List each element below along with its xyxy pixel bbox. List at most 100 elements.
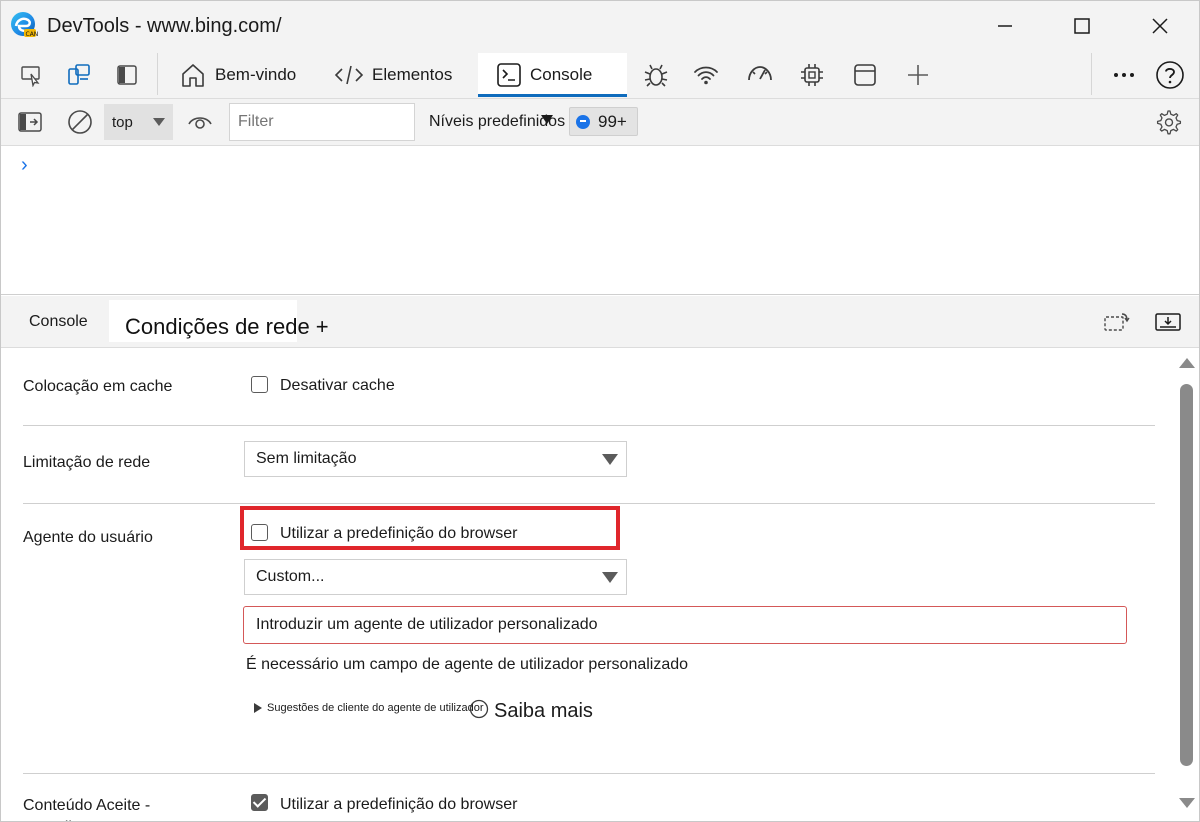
help-button[interactable] [1152, 57, 1188, 93]
use-browser-default-ua-label[interactable]: Utilizar a predefinição do browser [280, 525, 517, 543]
tab-welcome[interactable]: Bem-vindo [179, 53, 296, 97]
edge-logo-icon: CAN [11, 12, 39, 38]
divider [23, 503, 1155, 504]
drawer-tab-console[interactable]: Console [29, 313, 88, 331]
levels-chevron-down-icon[interactable] [541, 115, 553, 124]
inspect-icon [21, 66, 40, 87]
console-settings-button[interactable] [1151, 105, 1185, 139]
context-select-value: top [112, 113, 133, 131]
performance-tool-button[interactable] [742, 57, 778, 93]
close-button[interactable] [1142, 11, 1178, 41]
minimize-icon [998, 25, 1012, 27]
minimize-drawer-button[interactable] [1152, 308, 1184, 336]
maximize-button[interactable] [1064, 11, 1100, 41]
plus-icon [908, 65, 928, 85]
custom-user-agent-input[interactable]: Introduzir um agente de utilizador perso… [243, 606, 1127, 644]
console-toolbar: top Níveis predefinidos 99+ [1, 99, 1199, 146]
user-agent-select[interactable]: Custom... [244, 559, 627, 595]
toolbar-separator [1091, 53, 1092, 95]
clear-icon [68, 110, 92, 134]
code-icon [334, 65, 364, 85]
more-tools-button[interactable] [900, 57, 936, 93]
disable-cache-label[interactable]: Desativar cache [280, 377, 395, 395]
application-tool-button[interactable] [847, 57, 883, 93]
maximize-icon [1074, 18, 1090, 34]
throttling-select[interactable]: Sem limitação [244, 441, 627, 477]
message-icon [576, 114, 590, 129]
user-agent-error-message: É necessário um campo de agente de utili… [246, 656, 689, 673]
network-tool-button[interactable] [688, 57, 724, 93]
svg-text:CAN: CAN [26, 31, 39, 38]
chevron-down-icon [602, 572, 618, 583]
drawer-tab-network-conditions-label: Condições de rede + [125, 314, 329, 339]
eye-icon [188, 117, 212, 129]
issues-count: 99+ [598, 111, 627, 131]
context-select[interactable]: top [104, 104, 173, 140]
accept-encoding-default-checkbox[interactable] [251, 794, 268, 811]
dock-side-icon [1104, 313, 1130, 331]
chevron-down-icon [602, 454, 618, 465]
bug-icon [644, 64, 668, 87]
scroll-down-arrow-icon[interactable] [1179, 798, 1195, 808]
move-drawer-button[interactable] [1100, 308, 1132, 336]
toolbar-separator [157, 53, 158, 95]
main-toolbar: Bem-vindo Elementos Console [1, 51, 1199, 99]
dock-bottom-icon [1155, 313, 1181, 331]
device-emulation-button[interactable] [61, 57, 97, 93]
window-icon [854, 64, 876, 86]
console-prompt[interactable]: › [21, 154, 28, 177]
title-bar: CAN DevTools - www.bing.com/ [1, 1, 1199, 51]
console-output[interactable]: › [1, 146, 1199, 295]
inspect-button[interactable] [13, 57, 49, 93]
clear-console-button[interactable] [63, 105, 97, 139]
help-icon [1156, 61, 1184, 89]
chip-icon [801, 64, 823, 86]
info-icon[interactable] [469, 699, 489, 719]
console-icon [497, 63, 521, 87]
live-expression-button[interactable] [183, 105, 217, 139]
sidebar-icon [117, 65, 137, 85]
gear-icon [1156, 110, 1182, 135]
gauge-icon [748, 66, 772, 81]
device-emulation-icon [68, 64, 90, 85]
drawer-tabbar: Console Condições de rede + [1, 296, 1199, 348]
tab-elements[interactable]: Elementos [334, 53, 452, 97]
scrollbar-thumb[interactable] [1180, 384, 1193, 766]
tab-welcome-label: Bem-vindo [215, 65, 297, 84]
issues-counter-button[interactable]: 99+ [569, 107, 638, 136]
accept-encoding-default-label[interactable]: Utilizar a predefinição do browser [280, 796, 517, 814]
filter-input[interactable] [229, 103, 415, 141]
throttling-select-value: Sem limitação [256, 450, 357, 467]
chevron-down-icon [153, 118, 165, 126]
close-icon [1152, 18, 1168, 34]
ua-client-hints-label: Sugestões de cliente do agente de utiliz… [267, 702, 484, 714]
more-options-icon [1114, 73, 1134, 77]
show-console-sidebar-button[interactable] [13, 105, 47, 139]
toggle-sidebar-button[interactable] [109, 57, 145, 93]
user-agent-select-value: Custom... [256, 568, 325, 585]
drawer-tab-network-conditions[interactable]: Condições de rede + [109, 300, 329, 342]
window-title: DevTools - www.bing.com/ [47, 15, 282, 37]
divider [23, 773, 1155, 774]
disable-cache-checkbox[interactable] [251, 376, 268, 393]
console-sidebar-icon [18, 112, 42, 132]
minimize-button[interactable] [987, 11, 1023, 41]
customize-menu-button[interactable] [1106, 57, 1142, 93]
divider [23, 425, 1155, 426]
throttling-label: Limitação de rede [23, 454, 151, 471]
caching-label: Colocação em cache [23, 378, 173, 395]
accept-encoding-label: Conteúdo Aceite - Encoding [23, 797, 151, 821]
devtools-window: CAN DevTools - www.bing.com/ Bem-vindo E… [0, 0, 1200, 822]
tab-console[interactable]: Console [478, 53, 627, 97]
ua-client-hints-toggle[interactable]: Sugestões de cliente do agente de utiliz… [254, 702, 484, 714]
tab-console-label: Console [530, 65, 593, 84]
sources-tool-button[interactable] [638, 57, 674, 93]
wifi-icon [694, 66, 718, 85]
home-icon [182, 64, 204, 87]
memory-tool-button[interactable] [794, 57, 830, 93]
expand-triangle-icon [254, 703, 262, 713]
learn-more-link[interactable]: Saiba mais [494, 700, 593, 723]
use-browser-default-ua-checkbox[interactable] [251, 524, 268, 541]
scroll-up-arrow-icon[interactable] [1179, 358, 1195, 368]
tab-elements-label: Elementos [372, 65, 453, 84]
